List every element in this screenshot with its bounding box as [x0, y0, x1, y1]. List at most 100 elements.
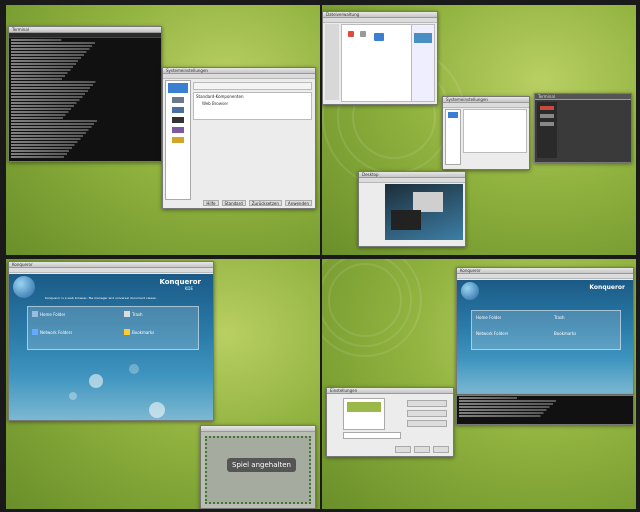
- terminal-line: [11, 141, 122, 143]
- dialog-button[interactable]: [407, 420, 447, 427]
- wallpaper-bubble: [149, 402, 165, 418]
- sidebar-icon-3[interactable]: [172, 117, 184, 123]
- terminal-line: [11, 45, 147, 47]
- terminal-line: [11, 117, 98, 119]
- default-button[interactable]: Standard: [221, 200, 246, 206]
- terminal-line: [11, 114, 103, 116]
- tiles-panel-2: Home Folder Trash Network Folders Bookma…: [471, 310, 621, 350]
- tile-trash-label: Trash: [132, 311, 143, 317]
- konqueror-content: Konqueror KDE Konqueror is a web browser…: [9, 274, 213, 420]
- sidebar-icon-4[interactable]: [172, 127, 184, 133]
- terminal-line: [459, 403, 616, 405]
- terminal-line: [11, 87, 144, 89]
- tile-network-label: Network Folders: [40, 329, 73, 335]
- preview-inner-window: [413, 192, 443, 212]
- game-paused-badge: Spiel angehalten: [227, 458, 296, 472]
- tile-bookmarks[interactable]: Bookmarks: [124, 329, 154, 335]
- dialog-action-row: [395, 446, 449, 453]
- terminal-line: [459, 406, 611, 408]
- settings-button-row: Hilfe Standard Zurücksetzen Anwenden: [193, 200, 312, 206]
- sidebar-icon-2[interactable]: [172, 107, 184, 113]
- terminal-toolbar: [9, 33, 161, 38]
- preview-panel: [411, 24, 435, 102]
- dialog-window[interactable]: Einstellungen: [326, 387, 454, 457]
- folder-icon[interactable]: [374, 33, 384, 41]
- sidebar-icon-5[interactable]: [172, 137, 184, 143]
- tile-home[interactable]: Home Folder: [32, 311, 65, 317]
- tiles-panel: Home Folder Trash Network Folders Bookma…: [27, 306, 199, 350]
- sidebar-icon-1[interactable]: [172, 97, 184, 103]
- sidebar-item-selected[interactable]: [168, 83, 188, 93]
- settings-tabbar[interactable]: [193, 82, 312, 90]
- terminal-line: [459, 409, 606, 411]
- terminal-line: [11, 78, 97, 80]
- file-manager-sidebar: [325, 24, 339, 100]
- dialog-titlebar[interactable]: Einstellungen: [327, 388, 453, 394]
- sidebar-item[interactable]: [540, 122, 554, 126]
- sidebar-item[interactable]: [540, 106, 554, 110]
- terminal-line: [11, 60, 124, 62]
- desktop-preview-toolbar: [359, 178, 465, 183]
- terminal-line: [459, 412, 600, 414]
- konqueror-heading: Konqueror: [159, 278, 201, 286]
- konqueror-window-2[interactable]: Konqueror Konqueror Home Folder Trash Ne…: [456, 267, 634, 395]
- tile-network[interactable]: Network Folders: [476, 331, 508, 336]
- terminal-window[interactable]: Terminal: [8, 26, 162, 162]
- sidebar-item[interactable]: [540, 114, 554, 118]
- dialog-ok-button[interactable]: [395, 446, 411, 453]
- terminal-dark-titlebar[interactable]: Terminal: [535, 94, 631, 100]
- tile-trash[interactable]: Trash: [124, 311, 143, 317]
- terminal-line: [11, 105, 116, 107]
- settings-window[interactable]: Systemeinstellungen Standard-Komponenten…: [162, 67, 316, 209]
- terminal-line: [11, 42, 151, 44]
- game-titlebar[interactable]: [201, 426, 315, 432]
- file-icon[interactable]: [348, 31, 354, 37]
- tile-network[interactable]: Network Folders: [32, 329, 72, 335]
- konqueror-window[interactable]: Konqueror Konqueror KDE Konqueror is a w…: [8, 261, 214, 421]
- tile-home[interactable]: Home Folder: [476, 315, 501, 320]
- terminal-line: [11, 69, 110, 71]
- terminal-line: [11, 48, 142, 50]
- workspace-top-right: Dateiverwaltung Systemeinstellungen Term…: [322, 5, 636, 255]
- apply-button[interactable]: Anwenden: [284, 200, 312, 206]
- wallpaper-bubble: [69, 392, 77, 400]
- settings-window-small[interactable]: Systemeinstellungen: [442, 96, 530, 170]
- game-window[interactable]: Spiel angehalten: [200, 425, 316, 509]
- terminal-dark-sidebar: [537, 102, 557, 158]
- dialog-preview: [343, 398, 385, 430]
- settings-small-content: [463, 109, 527, 153]
- terminal-line: [11, 150, 109, 152]
- group-label: Standard-Komponenten: [196, 94, 244, 99]
- dialog-cancel-button[interactable]: [433, 446, 449, 453]
- dialog-button[interactable]: [407, 400, 447, 407]
- konqueror-toolbar: [9, 268, 213, 273]
- terminal-window-2[interactable]: [456, 395, 634, 425]
- konqueror-2-heading: Konqueror: [589, 284, 625, 291]
- file-list[interactable]: [341, 24, 413, 102]
- konqueror-intro: Konqueror is a web browser, file manager…: [45, 296, 157, 300]
- preview-inner-terminal: [391, 210, 421, 230]
- terminal-line: [11, 39, 95, 41]
- browser-item-label[interactable]: Web Browser: [194, 100, 311, 107]
- desktop-preview-window[interactable]: Desktop: [358, 171, 466, 247]
- dialog-apply-button[interactable]: [414, 446, 430, 453]
- dialog-select[interactable]: [343, 432, 401, 439]
- terminal-line: [11, 72, 106, 74]
- reset-button[interactable]: Zurücksetzen: [248, 200, 282, 206]
- workspace-top-bottom-left: Konqueror Konqueror KDE Konqueror is a w…: [6, 259, 320, 509]
- terminal-line: [11, 57, 129, 59]
- file-manager-window[interactable]: Dateiverwaltung: [322, 11, 438, 105]
- help-button[interactable]: Hilfe: [203, 200, 219, 206]
- tile-bookmarks-label: Bookmarks: [132, 329, 155, 335]
- dialog-button[interactable]: [407, 410, 447, 417]
- konqueror-2-toolbar: [457, 274, 633, 279]
- file-icon[interactable]: [360, 31, 366, 37]
- settings-sidebar: [165, 80, 191, 200]
- tile-bookmarks[interactable]: Bookmarks: [554, 331, 576, 336]
- tile-trash[interactable]: Trash: [554, 315, 565, 320]
- settings-toolbar: [163, 74, 315, 79]
- terminal-line: [11, 63, 119, 65]
- dialog-preview-image: [347, 402, 381, 412]
- sidebar-item-selected[interactable]: [448, 112, 458, 118]
- terminal-window-dark[interactable]: Terminal: [534, 93, 632, 163]
